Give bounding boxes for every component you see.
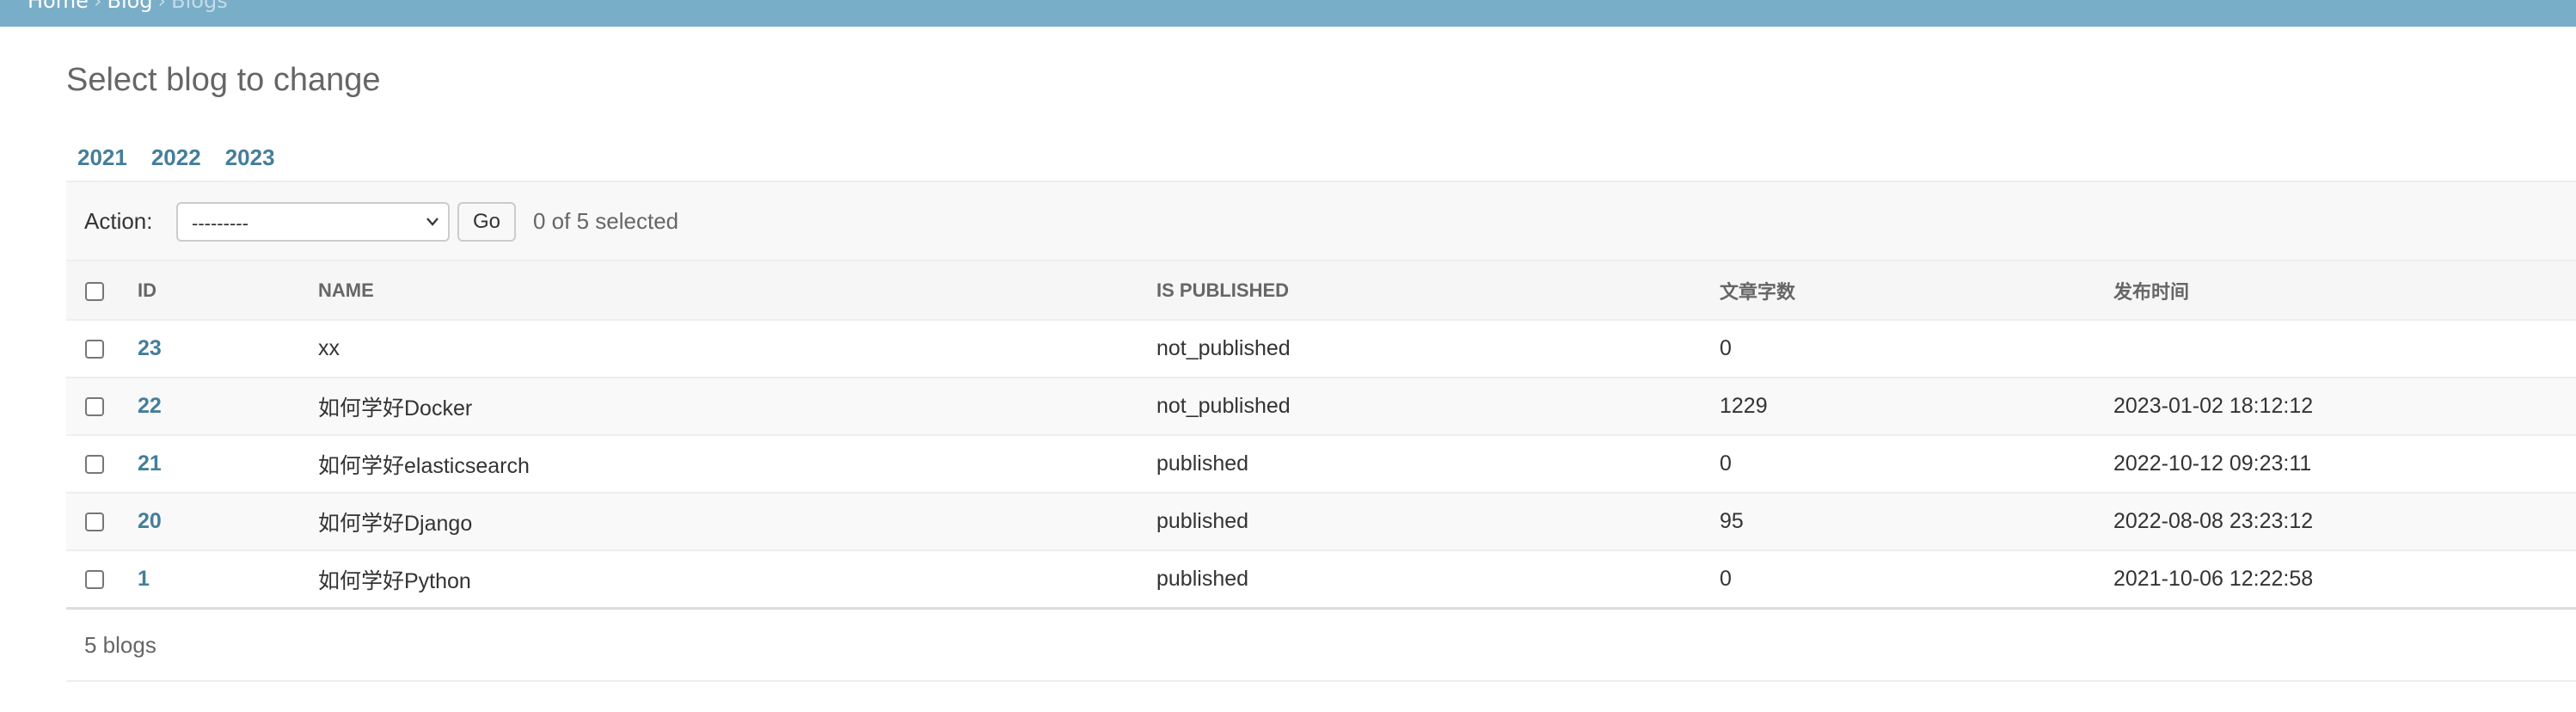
date-link-2023[interactable]: 2023 [225,144,275,170]
table-row: 20 如何学好Django published 95 2022-08-08 23… [66,493,2576,551]
status-cell: published [1156,550,1720,610]
word-count-cell: 0 [1720,550,2113,610]
word-count-cell: 0 [1720,320,2113,378]
id-cell: 23 [135,320,318,378]
breadcrumb-bar: Home › Blog › Blogs [0,0,2576,27]
breadcrumb-home-link[interactable]: Home [28,0,89,13]
row-id-link[interactable]: 23 [138,336,162,360]
status-cell: not_published [1156,320,1720,378]
row-select-cell [66,320,135,378]
table-row: 1 如何学好Python published 0 2021-10-06 12:2… [66,550,2576,610]
breadcrumb-separator: › [93,0,102,13]
date-link-2022[interactable]: 2022 [151,144,201,170]
id-cell: 1 [135,550,318,610]
chevron-down-icon [426,218,439,226]
breadcrumb-app-link[interactable]: Blog [107,0,152,13]
id-cell: 21 [135,435,318,494]
table-header-row: ID NAME IS PUBLISHED 文章字数 发布时间 [66,260,2576,321]
name-cell: 如何学好Django [318,493,1156,551]
row-checkbox[interactable] [85,455,104,475]
go-button[interactable]: Go [457,202,516,242]
name-cell: xx [318,320,1156,378]
row-select-cell [66,493,135,551]
row-checkbox[interactable] [85,397,104,417]
row-id-link[interactable]: 20 [138,509,162,533]
publish-time-cell: 2022-08-08 23:23:12 [2113,493,2576,551]
breadcrumb-current: Blogs [171,0,228,13]
table-row: 21 如何学好elasticsearch published 0 2022-10… [66,435,2576,494]
row-id-link[interactable]: 1 [138,567,150,591]
word-count-cell: 0 [1720,435,2113,494]
column-header-id[interactable]: ID [135,260,318,321]
result-count: 5 blogs [84,632,156,658]
actions-bar: Action: --------- Go 0 of 5 selected [66,182,2576,260]
name-cell: 如何学好Python [318,550,1156,610]
page-title: Select blog to change [66,62,381,98]
publish-time-cell [2113,320,2576,378]
date-link-2021[interactable]: 2021 [77,144,127,170]
publish-time-cell: 2021-10-06 12:22:58 [2113,550,2576,610]
select-all-checkbox[interactable] [85,281,104,301]
paginator: 5 blogs [66,611,2576,682]
results-table: ID NAME IS PUBLISHED 文章字数 发布时间 23 xx not… [66,260,2576,610]
row-select-cell [66,435,135,494]
word-count-cell: 1229 [1720,377,2113,436]
column-header-publish-time[interactable]: 发布时间 [2113,260,2576,321]
name-cell: 如何学好Docker [318,377,1156,436]
publish-time-cell: 2023-01-02 18:12:12 [2113,377,2576,436]
name-cell: 如何学好elasticsearch [318,435,1156,494]
word-count-cell: 95 [1720,493,2113,551]
selection-counter: 0 of 5 selected [533,208,679,234]
breadcrumb: Home › Blog › Blogs [28,0,228,11]
id-cell: 20 [135,493,318,551]
column-header-word-count[interactable]: 文章字数 [1720,260,2113,321]
row-checkbox[interactable] [85,570,104,590]
status-cell: published [1156,435,1720,494]
row-checkbox[interactable] [85,340,104,359]
action-label: Action: [84,208,153,234]
status-cell: not_published [1156,377,1720,436]
column-header-is-published[interactable]: IS PUBLISHED [1156,260,1720,321]
table-row: 22 如何学好Docker not_published 1229 2023-01… [66,377,2576,436]
status-cell: published [1156,493,1720,551]
row-select-cell [66,377,135,436]
row-id-link[interactable]: 22 [138,394,162,418]
breadcrumb-separator: › [157,0,167,13]
date-hierarchy: 2021 2022 2023 [77,144,299,171]
action-select[interactable]: --------- [176,202,450,242]
row-id-link[interactable]: 21 [138,451,162,476]
row-select-cell [66,550,135,610]
select-all-cell [66,260,135,321]
publish-time-cell: 2022-10-12 09:23:11 [2113,435,2576,494]
action-select-value: --------- [192,212,248,234]
row-checkbox[interactable] [85,513,104,532]
column-header-name[interactable]: NAME [318,260,1156,321]
id-cell: 22 [135,377,318,436]
table-row: 23 xx not_published 0 [66,320,2576,378]
